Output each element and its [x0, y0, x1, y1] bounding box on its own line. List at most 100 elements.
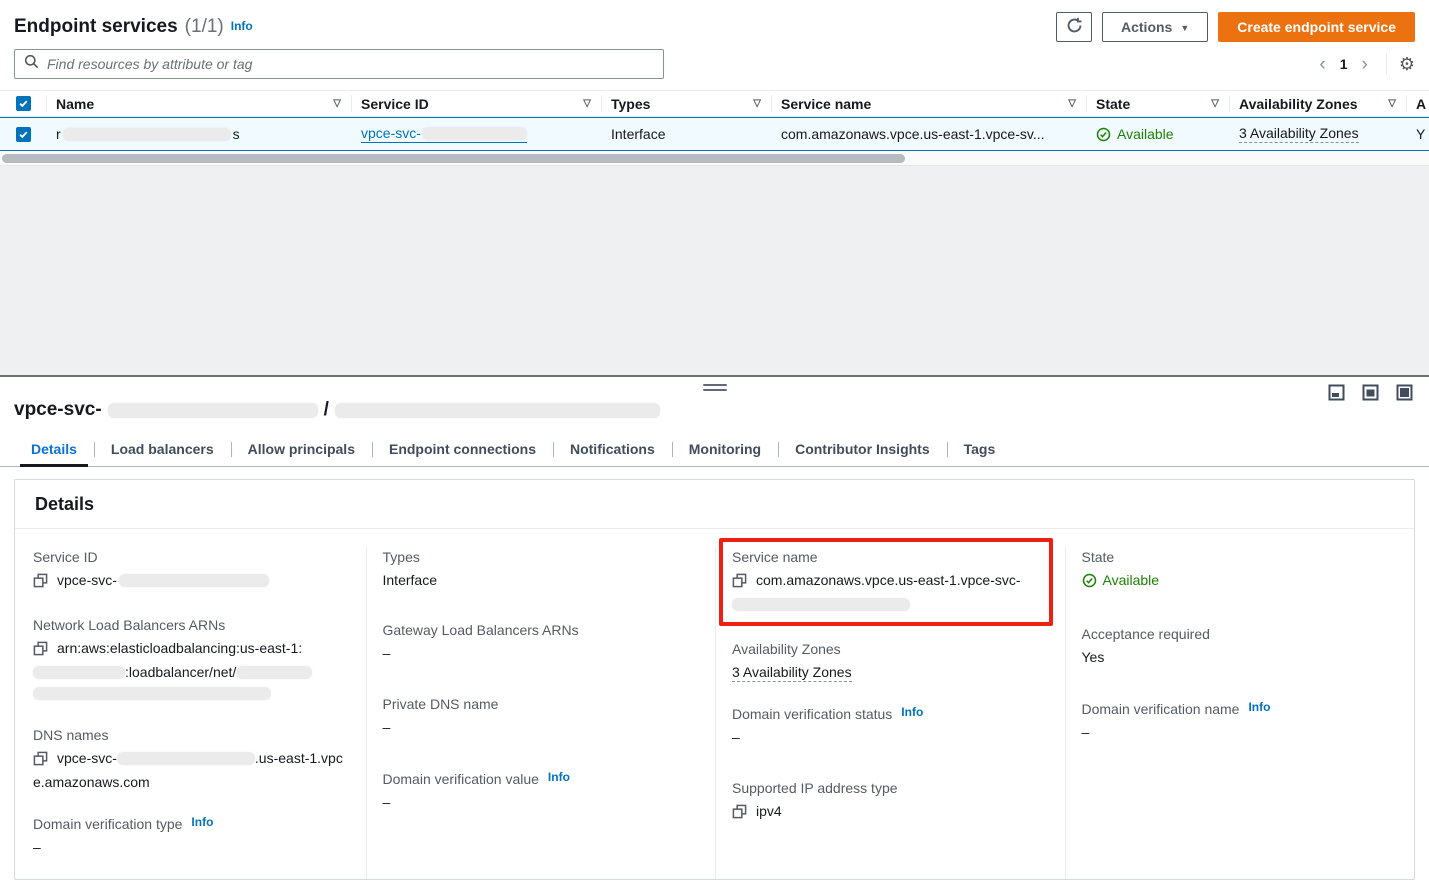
types-value: Interface [383, 570, 694, 591]
nlb-arn-seg3: :loadbalancer/net/ [125, 664, 236, 680]
availability-zones-popover[interactable]: 3 Availability Zones [1239, 125, 1359, 143]
info-link[interactable]: Info [1248, 697, 1270, 718]
column-label: State [1096, 96, 1130, 112]
search-box[interactable] [14, 49, 664, 79]
copy-icon[interactable] [33, 641, 48, 662]
details-column-2: Types Interface Gateway Load Balancers A… [366, 547, 716, 879]
field-domain-verification-name: Domain verification name Info – [1082, 699, 1393, 743]
redacted-text [117, 752, 255, 765]
panel-title-separator: / [324, 399, 329, 421]
supported-ip-value: ipv4 [756, 803, 782, 819]
tab-load-balancers[interactable]: Load balancers [94, 433, 231, 466]
endpoint-services-page: Endpoint services (1/1) Info Actions ▼ C… [0, 0, 1429, 886]
tab-bar: Details Load balancers Allow principals … [0, 433, 1429, 467]
field-label: Acceptance required [1082, 624, 1393, 645]
field-supported-ip-address-type: Supported IP address type ipv4 [732, 778, 1043, 825]
tab-endpoint-connections[interactable]: Endpoint connections [372, 433, 553, 466]
column-label: Name [56, 96, 94, 112]
redacted-text [33, 666, 125, 679]
next-page-icon[interactable]: › [1356, 55, 1374, 74]
dns-name-seg1: vpce-svc- [57, 750, 117, 766]
sort-icon[interactable]: ▽ [1203, 98, 1219, 109]
nlb-arn-seg2: 1: [290, 640, 302, 656]
endpoint-services-table: Name ▽ Service ID ▽ Types ▽ Service name… [0, 90, 1429, 166]
acceptance-required-value: Yes [1082, 647, 1393, 668]
column-header-acceptance[interactable]: A [1406, 91, 1429, 116]
row-checkbox[interactable] [16, 127, 31, 142]
sort-icon[interactable]: ▽ [1380, 98, 1396, 109]
info-link[interactable]: Info [231, 19, 253, 33]
sort-icon[interactable]: ▽ [1060, 98, 1076, 109]
field-nlb-arns: Network Load Balancers ARNs arn:aws:elas… [33, 615, 344, 704]
column-header-service-name[interactable]: Service name ▽ [771, 91, 1086, 116]
state-value: Available [1103, 570, 1160, 591]
column-header-state[interactable]: State ▽ [1086, 91, 1229, 116]
details-card-heading: Details [15, 480, 1414, 529]
cell-types: Interface [601, 126, 771, 142]
service-id-prefix: vpce-svc- [361, 125, 421, 141]
tab-contributor-insights[interactable]: Contributor Insights [778, 433, 947, 466]
field-label: Service ID [33, 547, 344, 568]
service-id-link[interactable]: vpce-svc- [361, 125, 527, 143]
pagination: ‹ 1 › ⚙ [1313, 53, 1415, 75]
tab-details[interactable]: Details [14, 433, 94, 466]
cell-name: r s [46, 126, 351, 142]
info-link[interactable]: Info [901, 702, 923, 723]
split-panel-title: vpce-svc- / [0, 391, 1429, 431]
copy-icon[interactable] [732, 573, 747, 594]
sort-icon[interactable]: ▽ [575, 98, 591, 109]
column-header-name[interactable]: Name ▽ [46, 91, 351, 116]
create-endpoint-service-button[interactable]: Create endpoint service [1218, 12, 1415, 42]
available-check-icon [1082, 573, 1097, 588]
tab-notifications[interactable]: Notifications [553, 433, 672, 466]
panel-size-medium-icon[interactable] [1362, 384, 1379, 401]
available-check-icon [1096, 127, 1111, 142]
field-private-dns-name: Private DNS name – [383, 694, 694, 738]
info-link[interactable]: Info [548, 767, 570, 788]
refresh-button[interactable] [1056, 12, 1092, 42]
redacted-text [422, 127, 527, 140]
settings-gear-icon[interactable]: ⚙ [1399, 55, 1415, 73]
column-header-types[interactable]: Types ▽ [601, 91, 771, 116]
split-panel-drag-handle[interactable] [703, 384, 727, 391]
column-header-availability-zones[interactable]: Availability Zones ▽ [1229, 91, 1406, 116]
cell-availability-zones: 3 Availability Zones [1229, 125, 1406, 143]
table-row[interactable]: r s vpce-svc- Interface com.amazonaws.vp… [0, 117, 1429, 151]
copy-icon[interactable] [33, 751, 48, 772]
cell-acceptance: Y [1406, 126, 1429, 142]
previous-page-icon[interactable]: ‹ [1313, 55, 1331, 74]
availability-zones-popover[interactable]: 3 Availability Zones [732, 664, 852, 682]
details-column-1: Service ID vpce-svc- Network Load Balanc… [15, 547, 366, 879]
field-label: Domain verification value [383, 769, 539, 790]
panel-size-small-icon[interactable] [1328, 384, 1345, 401]
field-label: Service name [732, 547, 1043, 568]
page-number[interactable]: 1 [1336, 56, 1352, 72]
info-link[interactable]: Info [191, 812, 213, 833]
page-title: Endpoint services [14, 16, 178, 38]
field-domain-verification-status: Domain verification status Info – [732, 704, 1043, 748]
field-label: Private DNS name [383, 694, 694, 715]
copy-icon[interactable] [732, 804, 747, 825]
horizontal-scrollbar-thumb[interactable] [2, 154, 905, 163]
cell-service-name: com.amazonaws.vpce.us-east-1.vpce-sv... [771, 126, 1086, 142]
empty-value: – [1082, 722, 1393, 743]
column-label: Availability Zones [1239, 96, 1358, 112]
tab-allow-principals[interactable]: Allow principals [231, 433, 372, 466]
select-all-checkbox[interactable] [16, 96, 31, 111]
field-label: DNS names [33, 725, 344, 746]
empty-value: – [383, 717, 694, 738]
state-label: Available [1117, 126, 1174, 142]
tab-monitoring[interactable]: Monitoring [672, 433, 778, 466]
panel-size-large-icon[interactable] [1396, 384, 1413, 401]
sort-icon[interactable]: ▽ [325, 98, 341, 109]
field-label: Gateway Load Balancers ARNs [383, 620, 694, 641]
column-header-service-id[interactable]: Service ID ▽ [351, 91, 601, 116]
details-column-4: State Available Acceptance required [1065, 547, 1415, 879]
copy-icon[interactable] [33, 573, 48, 594]
actions-button[interactable]: Actions ▼ [1102, 12, 1208, 42]
column-label: Service ID [361, 96, 429, 112]
tab-tags[interactable]: Tags [947, 433, 1013, 466]
sort-icon[interactable]: ▽ [745, 98, 761, 109]
split-panel: vpce-svc- / Details Load balancers Allow… [0, 375, 1429, 886]
search-input[interactable] [47, 56, 654, 72]
